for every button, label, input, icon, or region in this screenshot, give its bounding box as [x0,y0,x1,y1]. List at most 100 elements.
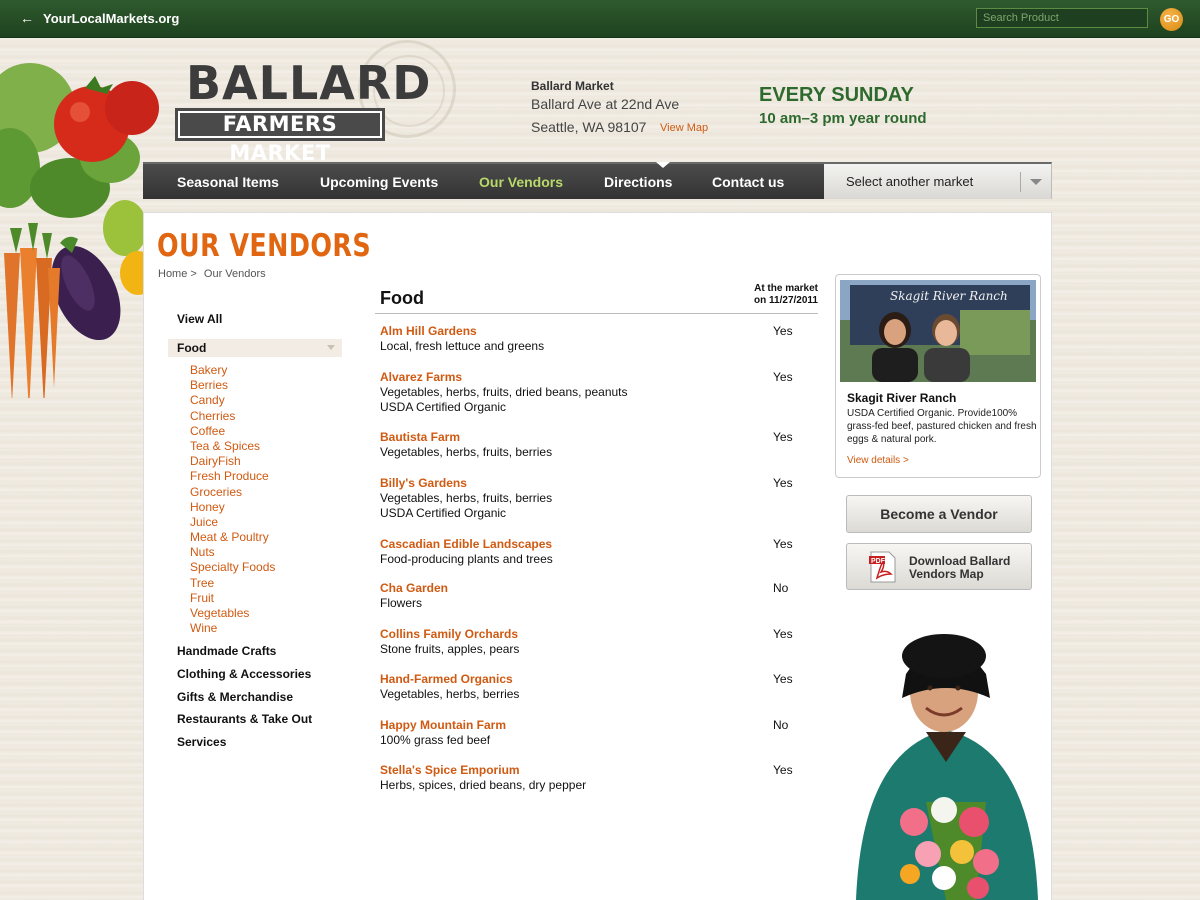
vendor-presence: Yes [773,430,793,444]
download-map-label: Download Ballard Vendors Map [909,555,1010,581]
nav-upcoming-events[interactable]: Upcoming Events [320,174,438,190]
download-map-label-line2: Vendors Map [909,567,984,581]
vendor-row: Bautista Farm Vegetables, herbs, fruits,… [380,430,810,460]
logo-farmers-market[interactable]: FARMERS MARKET [175,108,385,165]
vendor-description: Local, fresh lettuce and greens [380,339,545,353]
photo-sign-text: Skagit River Ranch [890,289,1008,303]
vendor-presence: Yes [773,627,793,641]
download-map-button[interactable]: PDF Download Ballard Vendors Map [846,543,1032,590]
vendor-presence: Yes [773,537,793,551]
vendor-portrait-photo [856,634,1038,900]
vendor-name-link[interactable]: Stella's Spice Emporium [380,763,810,778]
logo-ballard[interactable]: BALLARD [186,56,432,110]
vendor-name-link[interactable]: Alm Hill Gardens [380,324,810,339]
table-divider [375,313,818,314]
subcategory-link[interactable]: Tree [190,576,275,591]
schedule-hours: 10 am–3 pm year round [759,110,927,127]
nav-seasonal-items[interactable]: Seasonal Items [177,174,279,190]
subcategory-link[interactable]: Candy [190,393,275,408]
vendor-description: Herbs, spices, dried beans, dry pepper [380,778,587,792]
select-market-dropdown[interactable]: Select another market [824,162,1052,199]
market-street: Ballard Ave at 22nd Ave [531,96,680,112]
vendor-description: Vegetables, herbs, fruits, berries [380,445,553,459]
vendor-name-link[interactable]: Billy's Gardens [380,476,810,491]
vendor-name-link[interactable]: Alvarez Farms [380,370,810,385]
caret-down-icon [327,345,335,350]
vendor-name-link[interactable]: Cascadian Edible Landscapes [380,537,810,552]
subcategory-link[interactable]: Coffee [190,424,275,439]
at-market-column-header: At the market on 11/27/2011 [736,283,818,307]
active-indicator [656,162,670,168]
site-name-link[interactable]: YourLocalMarkets.org [43,11,179,26]
nav-contact-us[interactable]: Contact us [712,174,784,190]
top-bar: ← YourLocalMarkets.org GO [0,0,1200,38]
subcategory-link[interactable]: Nuts [190,545,275,560]
arrow-left-icon[interactable]: ← [20,10,34,26]
breadcrumb-home[interactable]: Home > [158,268,197,280]
column-header-line1: At the market [754,283,818,294]
vendor-name-link[interactable]: Cha Garden [380,581,810,596]
vendor-presence: Yes [773,476,793,490]
vendor-row: Alvarez Farms Vegetables, herbs, fruits,… [380,370,810,415]
subcategory-link[interactable]: Honey [190,500,275,515]
nav-our-vendors[interactable]: Our Vendors [479,174,563,190]
subcategory-link[interactable]: Berries [190,378,275,393]
breadcrumb-current: Our Vendors [203,268,266,280]
sidebar-item-clothing[interactable]: Clothing & Accessories [177,667,311,681]
sidebar-item-services[interactable]: Services [177,735,226,749]
pdf-icon: PDF [869,551,896,583]
vendor-presence: Yes [773,672,793,686]
sidebar-food-label: Food [177,341,207,355]
sidebar-item-food[interactable]: Food [168,339,342,357]
subcategory-link[interactable]: Groceries [190,485,275,500]
subcategory-link[interactable]: Cherries [190,409,275,424]
vendor-name-link[interactable]: Bautista Farm [380,430,810,445]
main-nav: Seasonal Items Upcoming Events Our Vendo… [143,162,824,199]
select-market-label: Select another market [846,174,974,189]
subcategory-link[interactable]: Wine [190,621,275,636]
vendor-row: Hand-Farmed Organics Vegetables, herbs, … [380,672,810,702]
view-map-link[interactable]: View Map [660,122,708,134]
featured-vendor-description: USDA Certified Organic. Provide100% gras… [847,408,1037,445]
sidebar-item-handmade-crafts[interactable]: Handmade Crafts [177,644,276,658]
vendor-row: Billy's Gardens Vegetables, herbs, fruit… [380,476,810,521]
subcategory-link[interactable]: Specialty Foods [190,560,275,575]
chevron-down-icon [1030,179,1042,185]
featured-vendor-photo: Skagit River Ranch [840,280,1036,382]
vendor-presence: Yes [773,324,793,338]
vendor-row: Happy Mountain Farm 100% grass fed beef … [380,718,810,748]
view-details-link[interactable]: View details > [847,455,909,466]
search-go-button[interactable]: GO [1160,8,1183,31]
sidebar-item-restaurants[interactable]: Restaurants & Take Out [177,712,312,726]
vendor-presence: Yes [773,370,793,384]
nav-directions[interactable]: Directions [604,174,672,190]
featured-vendor-card: Skagit River Ranch Skagit River Ranch US… [835,274,1041,478]
market-city: Seattle, WA 98107 [531,119,647,135]
market-name: Ballard Market [531,79,614,93]
sidebar-view-all[interactable]: View All [177,312,222,326]
vendor-presence: Yes [773,763,793,777]
subcategory-link[interactable]: Tea & Spices [190,439,275,454]
vendor-name-link[interactable]: Happy Mountain Farm [380,718,810,733]
become-vendor-button[interactable]: Become a Vendor [846,495,1032,533]
vendor-name-link[interactable]: Collins Family Orchards [380,627,810,642]
vendor-description: Stone fruits, apples, pears [380,642,520,656]
search-input[interactable] [976,8,1148,28]
subcategory-link[interactable]: Bakery [190,363,275,378]
vendor-description: 100% grass fed beef [380,733,491,747]
subcategory-link[interactable]: Vegetables [190,606,275,621]
vendor-row: Cha Garden Flowers No [380,581,810,611]
vendor-certification: USDA Certified Organic [380,506,507,520]
vendor-name-link[interactable]: Hand-Farmed Organics [380,672,810,687]
vendor-description: Vegetables, herbs, berries [380,687,520,701]
vendor-row: Collins Family Orchards Stone fruits, ap… [380,627,810,657]
subcategory-link[interactable]: Fruit [190,591,275,606]
food-subcategory-list: Bakery Berries Candy Cherries Coffee Tea… [190,363,275,636]
vendor-row: Stella's Spice Emporium Herbs, spices, d… [380,763,810,793]
vendor-description: Vegetables, herbs, fruits, berries [380,491,553,505]
sidebar-item-gifts[interactable]: Gifts & Merchandise [177,690,293,704]
subcategory-link[interactable]: DairyFish [190,454,275,469]
subcategory-link[interactable]: Juice [190,515,275,530]
subcategory-link[interactable]: Fresh Produce [190,469,275,484]
subcategory-link[interactable]: Meat & Poultry [190,530,275,545]
